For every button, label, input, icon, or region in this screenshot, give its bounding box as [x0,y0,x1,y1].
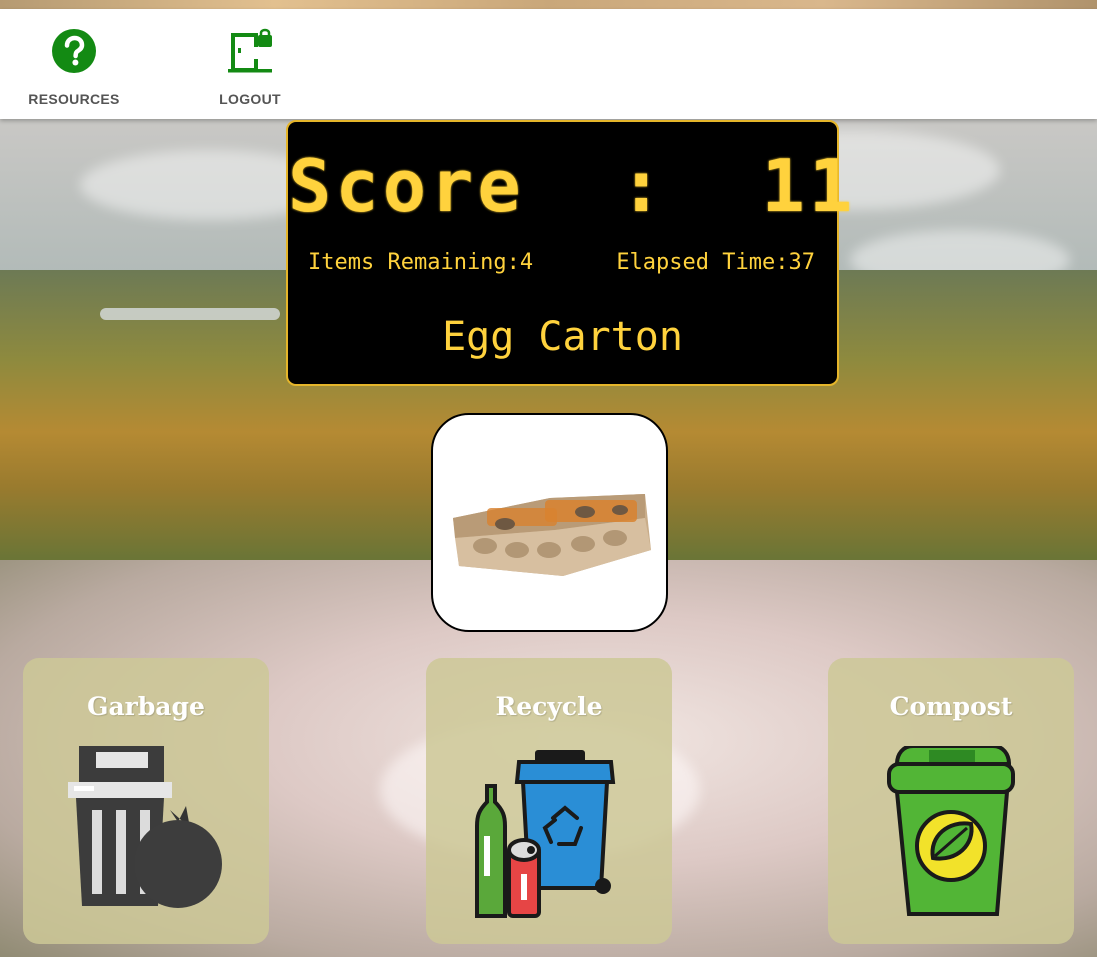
current-item-name: Egg Carton [442,314,683,360]
items-remaining-label: Items Remaining: [308,250,520,275]
score-display: Score : 11 [288,144,852,228]
door-lock-icon [228,28,272,73]
compost-bin-icon [887,746,1015,916]
score-separator: : [619,144,667,228]
items-remaining-value: 4 [519,250,534,275]
help-icon [52,29,96,73]
garbage-bin-button[interactable]: Garbage [23,658,269,944]
top-nav-bar: RESOURCES LOGOUT [0,9,1097,119]
elapsed-time: Elapsed Time:37 [616,250,815,275]
elapsed-time-value: 37 [788,250,816,275]
score-label: Score [288,144,525,228]
recycle-bin-icon [475,750,616,918]
items-remaining: Items Remaining:4 [308,250,533,275]
logout-label: LOGOUT [219,91,281,107]
garbage-label: Garbage [87,692,205,721]
resources-label: RESOURCES [28,91,120,107]
compost-bin-button[interactable]: Compost [828,658,1074,944]
elapsed-time-label: Elapsed Time: [616,250,789,275]
resources-nav-button[interactable]: RESOURCES [28,27,120,107]
egg-carton-image [452,493,651,576]
garbage-can-icon [68,746,222,908]
recycle-bin-button[interactable]: Recycle [426,658,672,944]
scoreboard: Score : 11 Items Remaining:4 Elapsed Tim… [286,120,852,386]
top-image-strip [0,0,1097,9]
logout-nav-button[interactable]: LOGOUT [206,27,294,107]
distant-lake [100,308,280,320]
recycle-label: Recycle [495,692,603,721]
compost-label: Compost [889,692,1013,721]
current-item-card[interactable] [431,413,668,632]
score-value: 11 [761,144,857,228]
